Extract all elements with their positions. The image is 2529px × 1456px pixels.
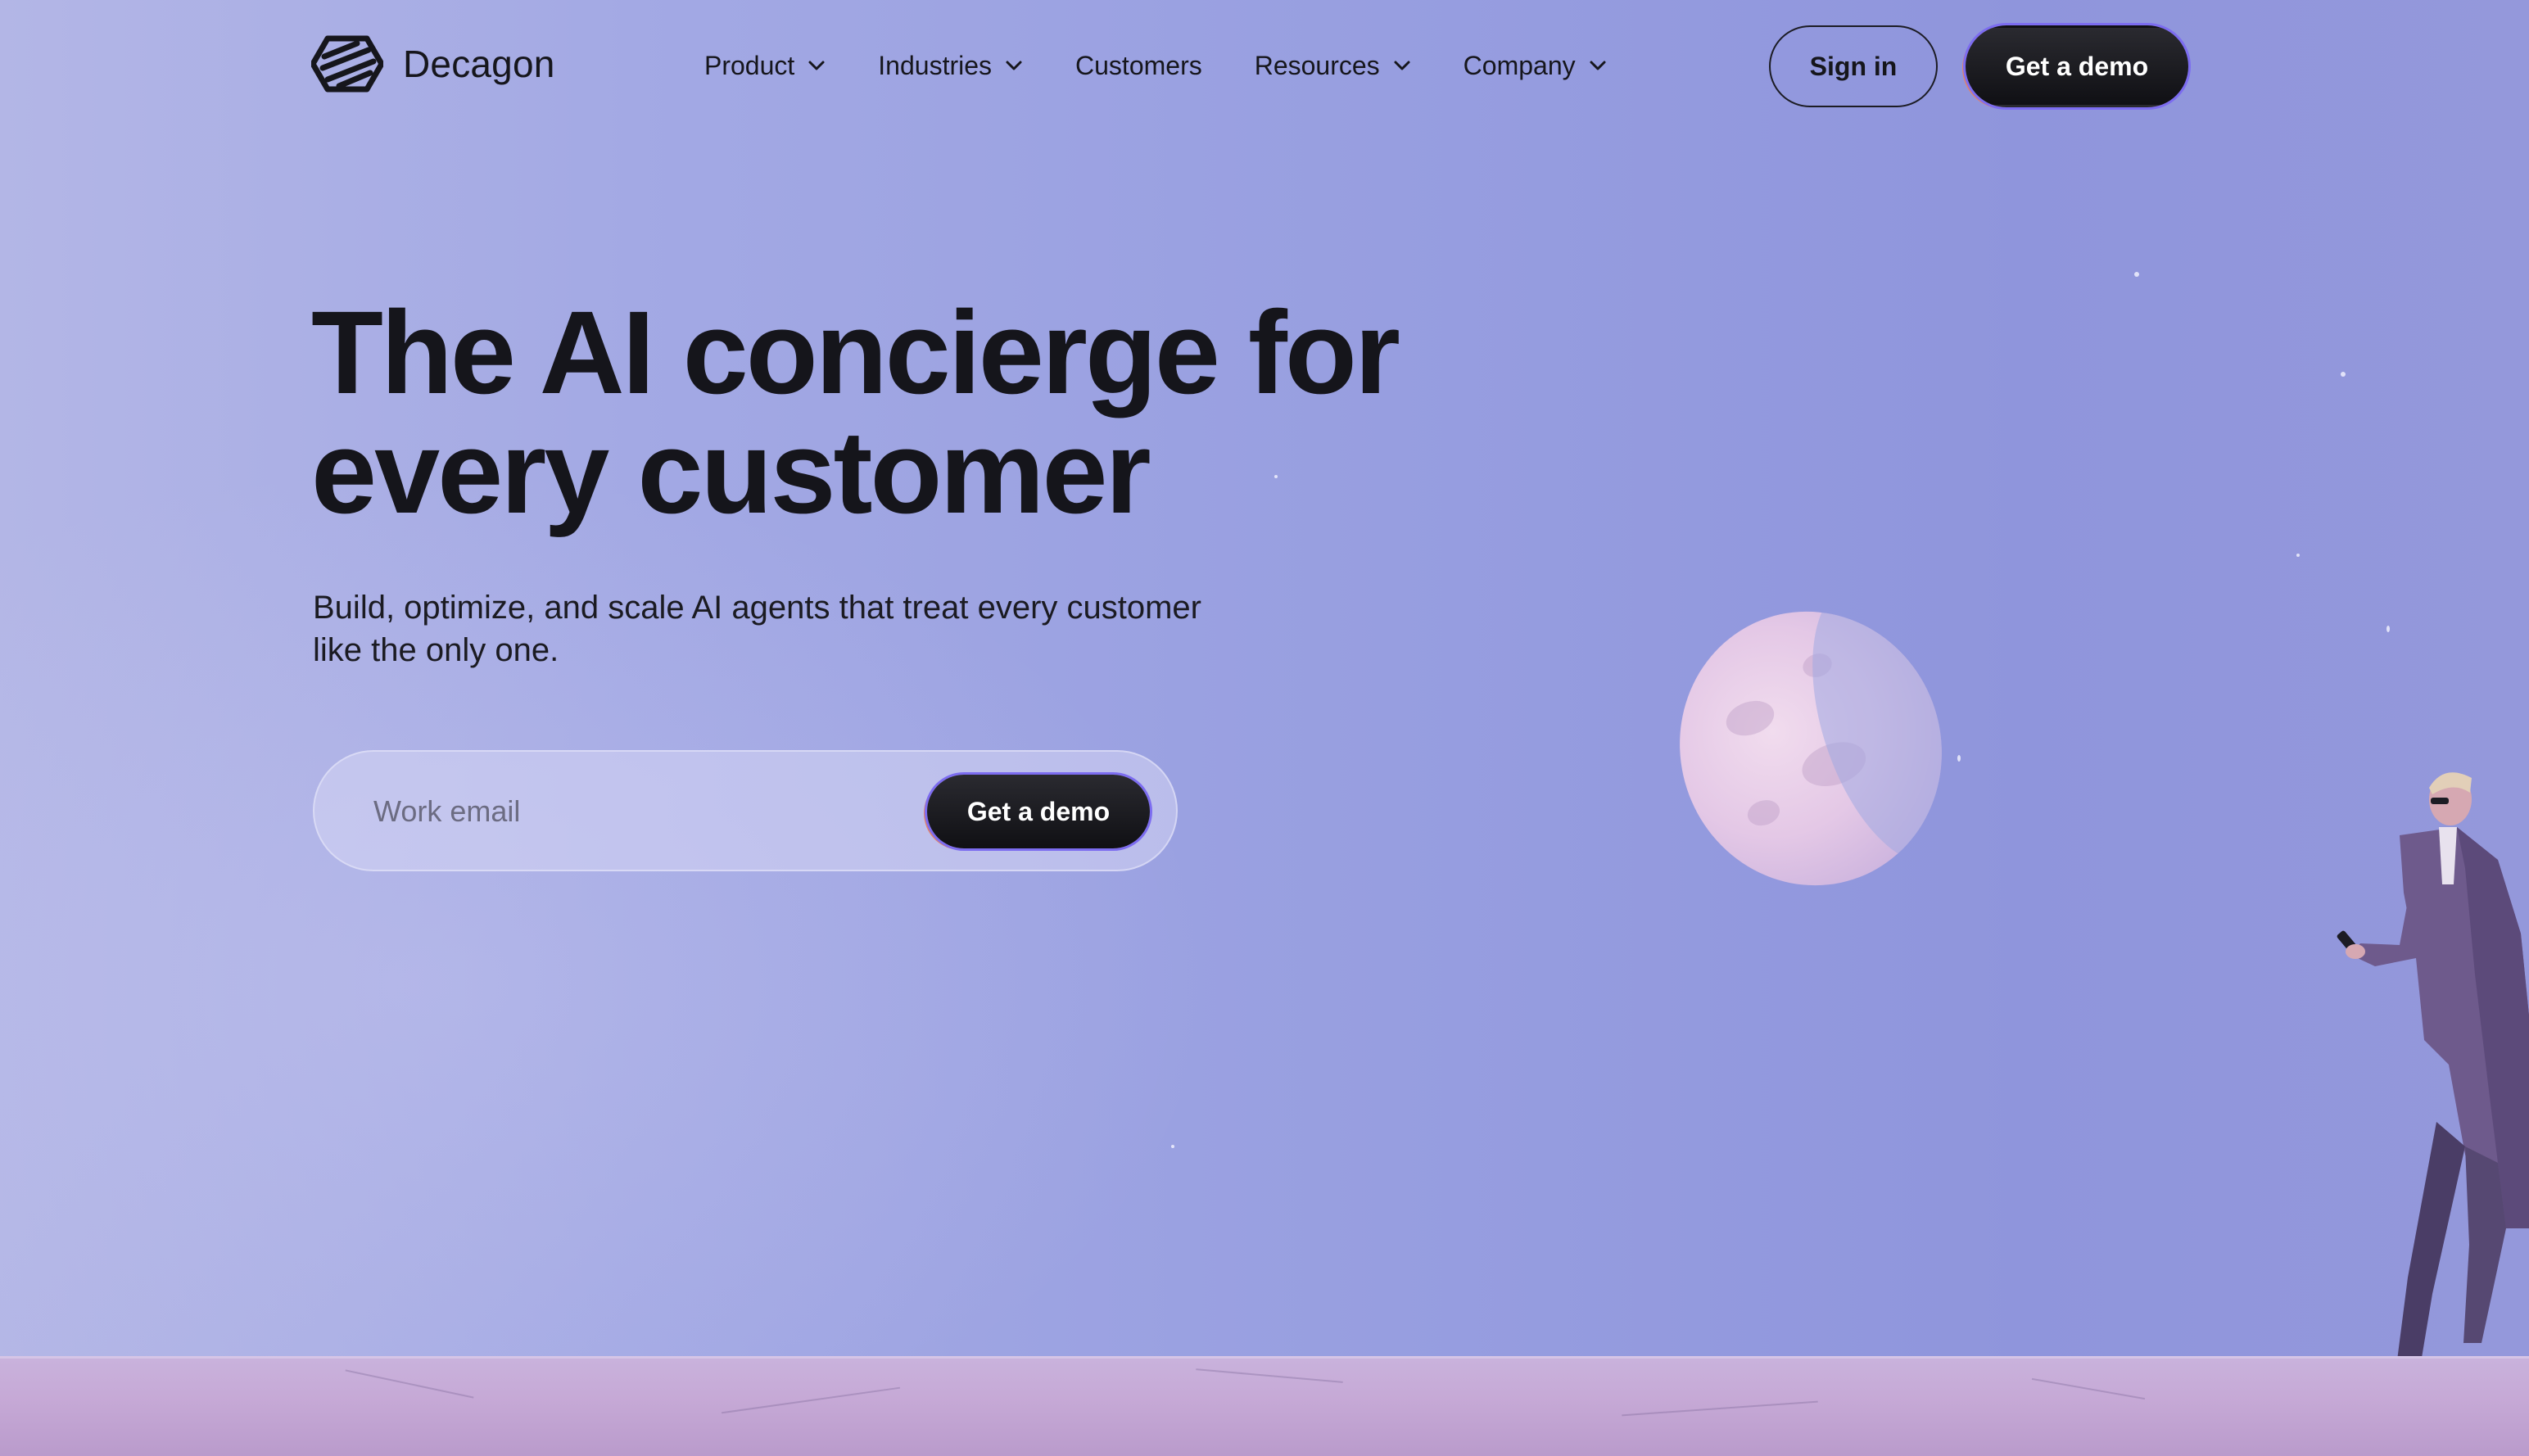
hero-subtitle: Build, optimize, and scale AI agents tha… (313, 586, 1246, 671)
chevron-down-icon (1590, 61, 1606, 70)
nav-customers[interactable]: Customers (1075, 51, 1202, 81)
nav-company[interactable]: Company (1464, 51, 1607, 81)
brand-name: Decagon (403, 43, 555, 85)
get-demo-button[interactable]: Get a demo (1966, 25, 2188, 107)
hero-subtitle-line1: Build, optimize, and scale AI agents tha… (313, 590, 1201, 626)
nav-industries[interactable]: Industries (878, 51, 1023, 81)
chevron-down-icon (808, 61, 825, 70)
brand-logo[interactable]: Decagon (311, 33, 555, 95)
walking-person-image (2337, 772, 2529, 1409)
sign-in-button[interactable]: Sign in (1769, 25, 1938, 107)
chevron-down-icon (1006, 61, 1022, 70)
moon-image (1644, 577, 1978, 920)
top-navigation: Decagon Product Industries Customers Res… (0, 0, 2529, 131)
nav-customers-label: Customers (1075, 50, 1202, 80)
nav-product-label: Product (704, 50, 795, 80)
sky-speck (2386, 626, 2390, 632)
chevron-down-icon (1394, 61, 1410, 70)
hero-title: The AI concierge for every customer (311, 293, 1458, 532)
work-email-input[interactable] (372, 785, 899, 839)
sky-speck (2134, 272, 2139, 277)
main-menu: Product Industries Customers Resources C… (704, 43, 1659, 88)
decagon-logo-icon (311, 35, 383, 93)
form-get-demo-button[interactable]: Get a demo (927, 775, 1150, 848)
hero-title-line2: every customer (311, 406, 1151, 538)
sky-speck (1957, 755, 1961, 762)
sky-speck (2296, 554, 2300, 557)
hero-title-line1: The AI concierge for (311, 287, 1400, 418)
nav-company-label: Company (1463, 50, 1576, 80)
sky-speck (2341, 372, 2346, 377)
nav-resources-label: Resources (1254, 50, 1380, 80)
landing-page: Decagon Product Industries Customers Res… (0, 0, 2529, 1456)
nav-resources[interactable]: Resources (1255, 51, 1411, 81)
ground-surface (0, 1356, 2529, 1456)
nav-industries-label: Industries (878, 50, 993, 80)
nav-product[interactable]: Product (704, 51, 826, 81)
email-signup-form: Get a demo (313, 750, 1178, 871)
hero-subtitle-line2: like the only one. (313, 632, 559, 668)
sky-speck (1171, 1145, 1174, 1148)
